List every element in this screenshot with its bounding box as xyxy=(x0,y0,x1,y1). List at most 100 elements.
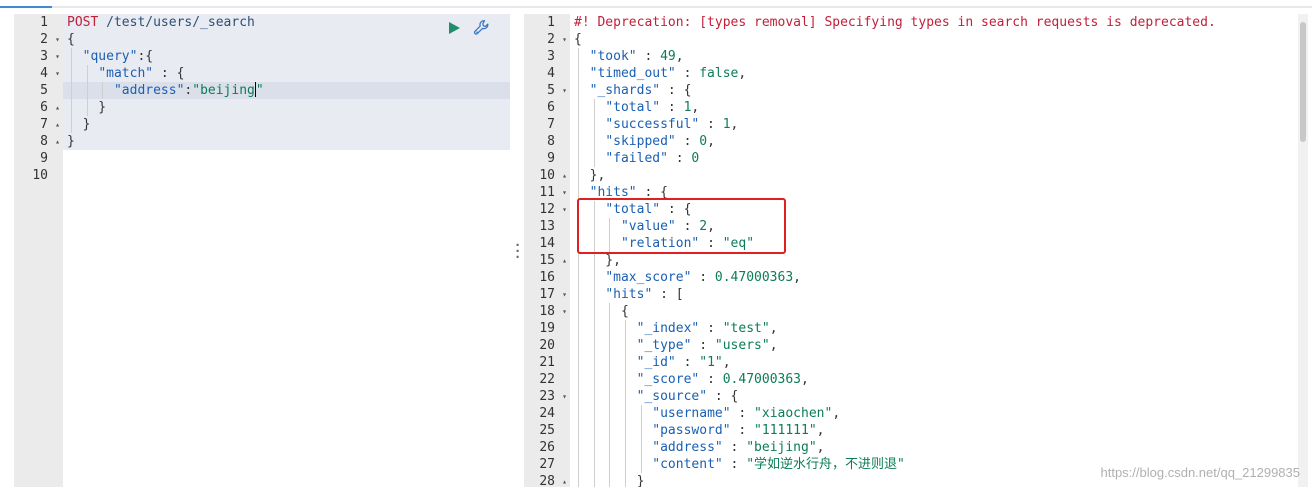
line-number: 18 ▾ xyxy=(524,303,570,320)
response-gutter: 1 2 ▾ 3 4 5 ▾ 6 7 8 9 10 ▴ 11 ▾ 12 ▾ 13 14 15 ▴ 16 17 ▾ 18 ▾ 19 20 2… xyxy=(524,14,570,487)
token-method: POST xyxy=(67,15,107,30)
fold-arrow-up-icon[interactable]: ▴ xyxy=(55,116,60,133)
code-line[interactable]: "address" : "beijing", xyxy=(570,439,1308,456)
code-line[interactable]: "address":"beijing" xyxy=(63,82,510,99)
line-number-text: 7 xyxy=(547,117,555,132)
request-code-area[interactable]: POST /test/users/_search{ "query":{ "mat… xyxy=(63,14,510,487)
token-punc: , xyxy=(675,49,684,64)
code-line[interactable]: "_type" : "users", xyxy=(570,337,1308,354)
fold-arrow-up-icon[interactable]: ▴ xyxy=(55,99,60,116)
token-punc xyxy=(574,83,590,98)
line-number-text: 5 xyxy=(40,83,48,98)
code-line[interactable] xyxy=(63,167,510,184)
code-line[interactable] xyxy=(63,150,510,167)
line-number-text: 13 xyxy=(539,219,555,234)
play-icon[interactable] xyxy=(444,18,464,38)
active-tab-indicator xyxy=(0,6,52,8)
line-number-text: 9 xyxy=(40,151,48,166)
fold-arrow-up-icon[interactable]: ▴ xyxy=(55,133,60,150)
token-comment: #! Deprecation: [types removal] Specifyi… xyxy=(574,15,1216,30)
line-number-text: 10 xyxy=(539,168,555,183)
line-number-text: 17 xyxy=(539,287,555,302)
code-line[interactable]: "username" : "xiaochen", xyxy=(570,405,1308,422)
code-line[interactable]: "password" : "111111", xyxy=(570,422,1308,439)
token-punc xyxy=(574,372,637,387)
top-border xyxy=(0,6,1312,8)
line-number-text: 15 xyxy=(539,253,555,268)
wrench-icon[interactable] xyxy=(472,18,492,38)
fold-arrow-down-icon[interactable]: ▾ xyxy=(562,286,567,303)
line-number: 1 xyxy=(524,14,570,31)
code-line[interactable]: "timed_out" : false, xyxy=(570,65,1308,82)
code-line[interactable]: }, xyxy=(570,167,1308,184)
indent-guide xyxy=(578,48,579,487)
code-line[interactable]: "took" : 49, xyxy=(570,48,1308,65)
fold-arrow-down-icon[interactable]: ▾ xyxy=(562,184,567,201)
code-line[interactable]: { xyxy=(570,303,1308,320)
line-number-text: 16 xyxy=(539,270,555,285)
line-number: 28 ▴ xyxy=(524,473,570,487)
line-number-text: 5 xyxy=(547,83,555,98)
code-line[interactable]: "max_score" : 0.47000363, xyxy=(570,269,1308,286)
fold-arrow-down-icon[interactable]: ▾ xyxy=(562,303,567,320)
token-punc xyxy=(574,49,590,64)
token-key: "password" xyxy=(652,423,731,438)
token-key: "max_score" xyxy=(605,270,692,285)
line-number-text: 18 xyxy=(539,304,555,319)
code-line[interactable]: } xyxy=(63,116,510,133)
fold-arrow-down-icon[interactable]: ▾ xyxy=(562,82,567,99)
token-punc: , xyxy=(816,423,825,438)
token-punc: : xyxy=(660,100,684,115)
token-key: "successful" xyxy=(605,117,700,132)
fold-arrow-down-icon[interactable]: ▾ xyxy=(55,31,60,48)
line-number: 21 xyxy=(524,354,570,371)
fold-arrow-up-icon[interactable]: ▴ xyxy=(562,473,567,487)
fold-arrow-down-icon[interactable]: ▾ xyxy=(562,31,567,48)
code-line[interactable]: } xyxy=(63,99,510,116)
line-number: 6 xyxy=(524,99,570,116)
code-line[interactable]: #! Deprecation: [types removal] Specifyi… xyxy=(570,14,1308,31)
code-line[interactable]: { xyxy=(63,31,510,48)
fold-arrow-up-icon[interactable]: ▴ xyxy=(562,252,567,269)
code-line[interactable]: "query":{ xyxy=(63,48,510,65)
token-url: /test/users/_search xyxy=(106,15,255,30)
code-line[interactable]: { xyxy=(570,31,1308,48)
code-line[interactable]: "_index" : "test", xyxy=(570,320,1308,337)
code-line[interactable]: } xyxy=(63,133,510,150)
fold-arrow-down-icon[interactable]: ▾ xyxy=(562,388,567,405)
token-bool: false xyxy=(699,66,739,81)
response-scrollbar[interactable] xyxy=(1298,14,1308,487)
line-number-text: 6 xyxy=(547,100,555,115)
code-line[interactable]: "failed" : 0 xyxy=(570,150,1308,167)
line-number: 14 xyxy=(524,235,570,252)
code-line[interactable]: "_id" : "1", xyxy=(570,354,1308,371)
line-number: 4 xyxy=(524,65,570,82)
scrollbar-thumb[interactable] xyxy=(1300,22,1306,142)
fold-arrow-down-icon[interactable]: ▾ xyxy=(562,201,567,218)
code-line[interactable]: "hits" : [ xyxy=(570,286,1308,303)
code-line[interactable]: "_score" : 0.47000363, xyxy=(570,371,1308,388)
fold-arrow-up-icon[interactable]: ▴ xyxy=(562,167,567,184)
token-str: "学如逆水行舟，不进则退" xyxy=(746,457,905,472)
code-line[interactable]: "successful" : 1, xyxy=(570,116,1308,133)
token-punc: , xyxy=(801,372,809,387)
fold-arrow-down-icon[interactable]: ▾ xyxy=(55,48,60,65)
resize-handle-icon: · · · xyxy=(514,238,522,264)
fold-arrow-down-icon[interactable]: ▾ xyxy=(55,65,60,82)
code-line[interactable]: "skipped" : 0, xyxy=(570,133,1308,150)
token-key: "match" xyxy=(98,66,154,81)
code-line[interactable]: "_shards" : { xyxy=(570,82,1308,99)
line-number: 2 ▾ xyxy=(524,31,570,48)
line-number: 5 ▾ xyxy=(524,82,570,99)
token-key: "total" xyxy=(605,100,661,115)
code-line[interactable]: "_source" : { xyxy=(570,388,1308,405)
line-number-text: 14 xyxy=(539,236,555,251)
code-line[interactable]: "match" : { xyxy=(63,65,510,82)
line-number-text: 25 xyxy=(539,423,555,438)
line-number: 16 xyxy=(524,269,570,286)
pane-resizer[interactable]: · · · xyxy=(510,14,524,487)
code-line[interactable]: }, xyxy=(570,252,1308,269)
code-line[interactable]: POST /test/users/_search xyxy=(63,14,510,31)
request-editor[interactable]: 1 2 ▾ 3 ▾ 4 ▾ 5 6 ▴ 7 ▴ 8 ▴ 9 10 POST /test/users/_sear… xyxy=(14,14,510,487)
code-line[interactable]: "total" : 1, xyxy=(570,99,1308,116)
